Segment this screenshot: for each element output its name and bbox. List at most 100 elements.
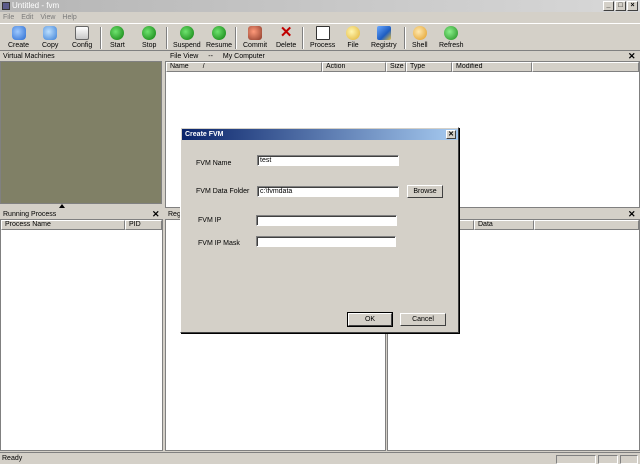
registry-icon bbox=[376, 26, 391, 40]
status-bar: Ready bbox=[0, 452, 640, 464]
process-label: Process bbox=[310, 42, 336, 49]
registry-label: Registry bbox=[371, 42, 397, 49]
stop-button[interactable]: Stop bbox=[142, 25, 156, 51]
commit-label: Commit bbox=[243, 42, 268, 49]
suspend-icon bbox=[179, 26, 194, 40]
commit-icon bbox=[248, 26, 263, 40]
delete-icon: ✕ bbox=[279, 24, 293, 41]
dialog-title-bar: Create FVM ✕ bbox=[182, 129, 458, 140]
running-process-header: Running Process bbox=[3, 211, 57, 218]
splitter-arrow-icon[interactable] bbox=[59, 204, 65, 208]
ok-button[interactable]: OK bbox=[347, 312, 393, 327]
file-label: File bbox=[347, 42, 359, 49]
create-label: Create bbox=[8, 42, 30, 49]
resume-label: Resume bbox=[206, 42, 233, 49]
fvm-ip-mask-input[interactable] bbox=[256, 236, 396, 247]
cancel-button[interactable]: Cancel bbox=[400, 313, 446, 326]
running-process-pane[interactable]: Process Name PID bbox=[0, 219, 163, 451]
config-icon bbox=[75, 26, 90, 40]
shell-label: Shell bbox=[412, 42, 428, 49]
file-icon bbox=[346, 26, 360, 40]
file-view-header: File View -- My Computer bbox=[167, 52, 277, 61]
menu-help[interactable]: Help bbox=[62, 12, 76, 23]
menu-view[interactable]: View bbox=[40, 12, 55, 23]
column-pid[interactable]: PID bbox=[125, 220, 162, 230]
copy-icon bbox=[43, 26, 58, 40]
file-view-path: My Computer bbox=[222, 53, 265, 60]
column-filler bbox=[532, 62, 639, 72]
fvm-name-input[interactable]: test bbox=[257, 155, 399, 166]
start-icon bbox=[110, 26, 125, 40]
toolbar-separator bbox=[404, 27, 406, 49]
refresh-label: Refresh bbox=[439, 42, 464, 49]
title-bar: Untitled - fvm _ □ × bbox=[0, 0, 640, 12]
dialog-close-icon[interactable]: ✕ bbox=[446, 130, 456, 139]
column-process-name[interactable]: Process Name bbox=[1, 220, 125, 230]
create-icon bbox=[11, 26, 26, 40]
fvm-ip-mask-label: FVM IP Mask bbox=[198, 240, 240, 247]
delete-button[interactable]: ✕ Delete bbox=[276, 25, 296, 51]
shell-button[interactable]: Shell bbox=[412, 25, 428, 51]
window-title: Untitled - fvm bbox=[12, 1, 60, 10]
column-type[interactable]: Type bbox=[406, 62, 452, 72]
registry-close-icon[interactable]: ✕ bbox=[628, 210, 636, 219]
config-label: Config bbox=[72, 42, 93, 49]
config-button[interactable]: Config bbox=[72, 25, 92, 51]
create-fvm-dialog: Create FVM ✕ FVM Name test FVM Data Fold… bbox=[180, 127, 459, 333]
file-view-close-icon[interactable]: ✕ bbox=[628, 52, 636, 61]
toolbar-separator bbox=[166, 27, 168, 49]
fvm-ip-label: FVM IP bbox=[198, 217, 222, 224]
toolbar-separator bbox=[235, 27, 237, 49]
column-name[interactable]: Name / bbox=[166, 62, 322, 72]
app-icon bbox=[2, 2, 10, 10]
refresh-icon bbox=[444, 26, 459, 40]
start-label: Start bbox=[110, 42, 125, 49]
registry-button[interactable]: Registry bbox=[371, 25, 397, 51]
suspend-button[interactable]: Suspend bbox=[173, 25, 201, 51]
menu-file[interactable]: File bbox=[3, 12, 14, 23]
virtual-machines-header: Virtual Machines bbox=[3, 53, 55, 60]
stop-icon bbox=[142, 26, 157, 40]
menu-edit[interactable]: Edit bbox=[21, 12, 33, 23]
close-button[interactable]: × bbox=[627, 1, 638, 11]
refresh-button[interactable]: Refresh bbox=[439, 25, 464, 51]
copy-label: Copy bbox=[42, 42, 59, 49]
column-modified[interactable]: Modified bbox=[452, 62, 532, 72]
toolbar: Create Copy Config Start Stop Suspend Re… bbox=[0, 23, 640, 51]
virtual-machines-pane[interactable] bbox=[0, 61, 162, 204]
resume-icon bbox=[212, 26, 227, 40]
fvm-name-label: FVM Name bbox=[196, 160, 232, 167]
column-size[interactable]: Size bbox=[386, 62, 406, 72]
commit-button[interactable]: Commit bbox=[243, 25, 267, 51]
status-text: Ready bbox=[2, 455, 23, 462]
delete-label: Delete bbox=[276, 42, 297, 49]
create-button[interactable]: Create bbox=[8, 25, 29, 51]
dialog-title: Create FVM bbox=[185, 131, 224, 138]
fvm-ip-input[interactable] bbox=[256, 215, 397, 226]
column-data[interactable]: Data bbox=[474, 220, 534, 230]
start-button[interactable]: Start bbox=[110, 25, 125, 51]
toolbar-separator bbox=[100, 27, 102, 49]
window-controls: _ □ × bbox=[603, 1, 638, 11]
running-process-close-icon[interactable]: ✕ bbox=[152, 210, 160, 219]
menu-bar: File Edit View Help bbox=[0, 12, 640, 23]
process-button[interactable]: Process bbox=[310, 25, 335, 51]
fvm-data-folder-input[interactable]: c:\fvmdata bbox=[257, 186, 399, 197]
process-icon bbox=[315, 26, 330, 40]
maximize-button[interactable]: □ bbox=[615, 1, 626, 11]
stop-label: Stop bbox=[142, 42, 157, 49]
browse-button[interactable]: Browse bbox=[407, 185, 443, 198]
file-button[interactable]: File bbox=[346, 25, 360, 51]
file-view-title: File View bbox=[170, 53, 199, 60]
toolbar-separator bbox=[302, 27, 304, 49]
column-filler bbox=[534, 220, 639, 230]
status-cell bbox=[598, 455, 618, 464]
resume-button[interactable]: Resume bbox=[206, 25, 232, 51]
column-action[interactable]: Action bbox=[322, 62, 386, 72]
fvm-data-folder-label: FVM Data Folder bbox=[196, 188, 250, 195]
shell-icon bbox=[412, 26, 427, 40]
copy-button[interactable]: Copy bbox=[42, 25, 58, 51]
minimize-button[interactable]: _ bbox=[603, 1, 614, 11]
suspend-label: Suspend bbox=[173, 42, 201, 49]
status-cell bbox=[556, 455, 596, 464]
